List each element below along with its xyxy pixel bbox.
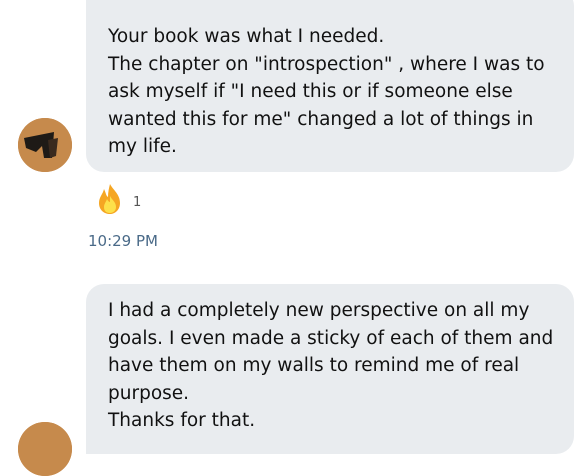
sender-avatar[interactable] — [18, 422, 72, 476]
fire-emoji-icon — [99, 184, 120, 214]
message-text: I had a completely new perspective on al… — [108, 300, 554, 432]
reaction-badge[interactable]: 1 — [93, 182, 141, 216]
message-bubble[interactable]: Your book was what I needed. The chapter… — [86, 0, 574, 172]
message-timestamp: 10:29 PM — [88, 232, 158, 250]
reaction-count: 1 — [133, 194, 142, 210]
avatar-image-icon — [18, 118, 72, 172]
message-text: Your book was what I needed. The chapter… — [108, 26, 545, 158]
avatar-image-icon — [18, 422, 72, 476]
message-bubble[interactable]: I had a completely new perspective on al… — [86, 284, 574, 454]
sender-avatar[interactable] — [18, 118, 72, 172]
